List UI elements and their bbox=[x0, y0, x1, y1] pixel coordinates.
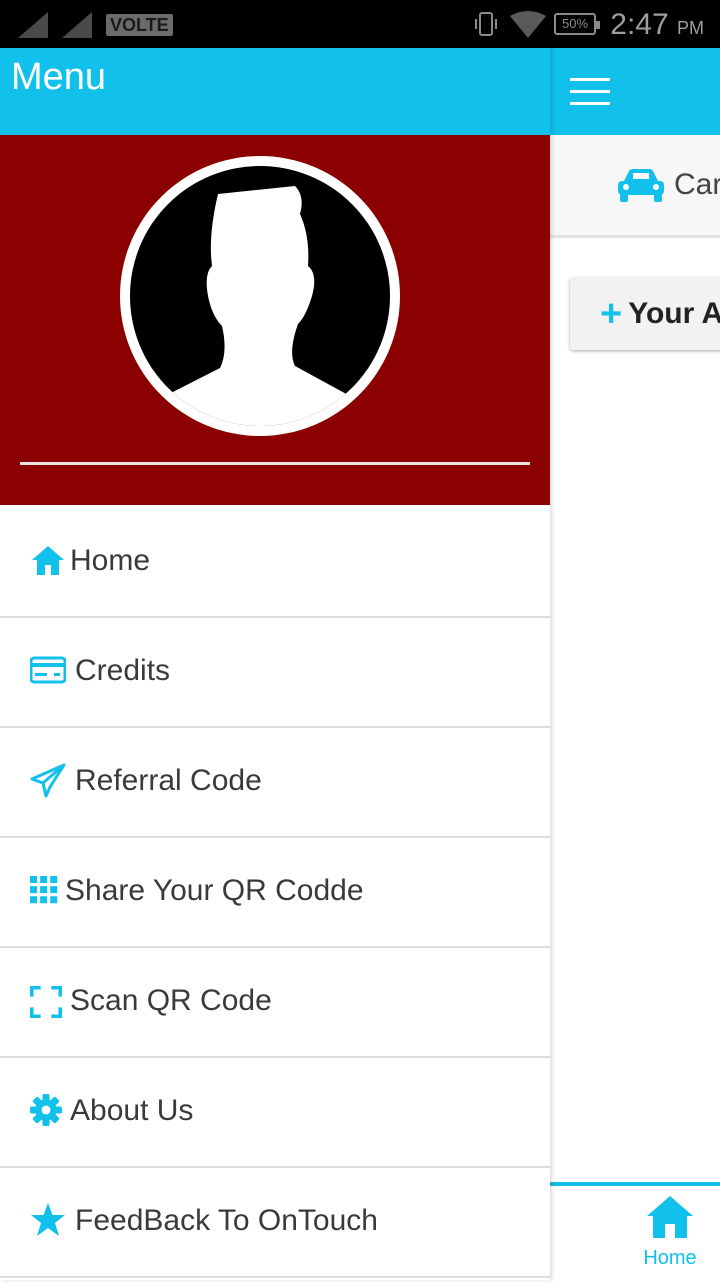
drawer-menu-list: Home Credits Referral Code Share Your QR… bbox=[0, 508, 550, 1278]
menu-item-credits[interactable]: Credits bbox=[0, 618, 550, 728]
credit-card-icon bbox=[30, 656, 66, 684]
plus-icon: + bbox=[600, 292, 623, 335]
menu-item-label: Home bbox=[70, 544, 151, 577]
menu-item-about-us[interactable]: About Us bbox=[0, 1058, 550, 1168]
menu-item-scan-qr-code[interactable]: Scan QR Code bbox=[0, 948, 550, 1058]
tab-car[interactable]: Car bbox=[616, 163, 720, 207]
menu-item-share-qr-code[interactable]: Share Your QR Codde bbox=[0, 838, 550, 948]
status-bar: VOLTE 50% 2:47 PM bbox=[0, 0, 720, 48]
vibrate-icon bbox=[475, 12, 497, 36]
signal-icon bbox=[62, 12, 92, 38]
drawer-header: Menu bbox=[0, 48, 550, 135]
menu-item-feedback[interactable]: FeedBack To OnTouch bbox=[0, 1168, 550, 1278]
grid-icon bbox=[30, 876, 58, 904]
paper-plane-icon bbox=[30, 763, 66, 798]
add-button-label: Your A bbox=[628, 297, 720, 330]
add-button[interactable]: + Your A bbox=[570, 278, 720, 350]
bottom-nav: Home bbox=[550, 1182, 720, 1284]
gear-icon bbox=[30, 1094, 62, 1126]
bottom-nav-home-label: Home bbox=[643, 1247, 697, 1269]
menu-item-home[interactable]: Home bbox=[0, 508, 550, 618]
profile-divider bbox=[20, 462, 530, 465]
menu-item-label: FeedBack To OnTouch bbox=[75, 1204, 378, 1237]
menu-item-label: Scan QR Code bbox=[70, 984, 272, 1017]
car-icon bbox=[618, 169, 664, 202]
menu-item-label: Share Your QR Codde bbox=[65, 874, 364, 907]
menu-item-referral-code[interactable]: Referral Code bbox=[0, 728, 550, 838]
volte-badge: VOLTE bbox=[106, 14, 173, 36]
scan-frame-icon bbox=[30, 986, 62, 1018]
home-icon bbox=[32, 546, 64, 575]
menu-item-label: About Us bbox=[70, 1094, 194, 1127]
menu-item-label: Credits bbox=[75, 654, 171, 687]
home-icon bbox=[647, 1196, 693, 1238]
main-app-bar bbox=[550, 48, 720, 135]
clock: 2:47 PM bbox=[610, 8, 704, 42]
tab-car-label: Car bbox=[674, 168, 720, 201]
star-icon bbox=[31, 1203, 65, 1236]
clock-ampm: PM bbox=[677, 18, 704, 38]
drawer-title: Menu bbox=[11, 56, 107, 98]
menu-item-label: Referral Code bbox=[75, 764, 262, 797]
wifi-icon bbox=[510, 11, 546, 38]
bottom-nav-home[interactable]: Home bbox=[642, 1194, 698, 1270]
clock-time: 2:47 bbox=[610, 8, 669, 41]
avatar[interactable] bbox=[120, 156, 400, 436]
navigation-drawer: Menu Home Credits Referral Code Share Yo… bbox=[0, 48, 550, 1280]
main-tab-row: Car bbox=[550, 135, 720, 238]
profile-area bbox=[0, 135, 550, 505]
hamburger-menu-icon[interactable] bbox=[570, 78, 610, 106]
signal-icon bbox=[18, 12, 48, 38]
battery-indicator: 50% bbox=[554, 13, 600, 35]
